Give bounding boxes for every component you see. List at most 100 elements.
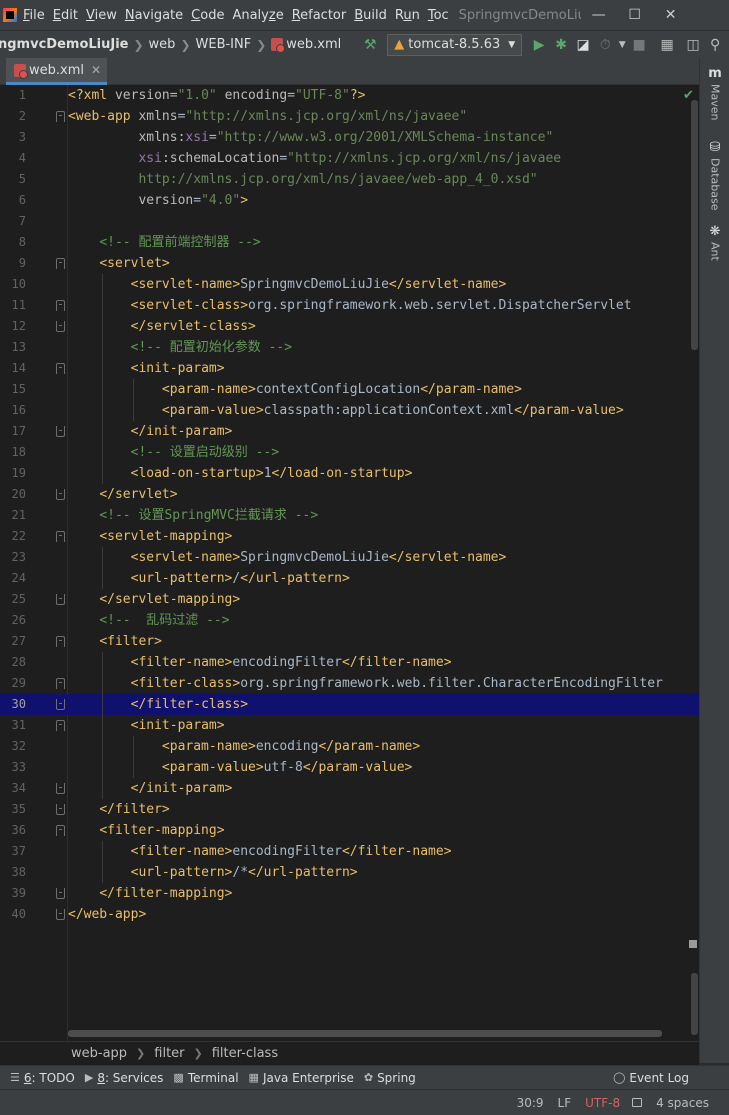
profile-icon[interactable]: ⏱ <box>594 37 616 53</box>
ant-tool-button[interactable]: ❋ Ant <box>700 224 729 261</box>
chevron-down-icon[interactable]: ▼ <box>616 40 628 50</box>
tool-window-services[interactable]: ▶ 8: Services <box>85 1071 164 1085</box>
fold-open-icon[interactable] <box>56 678 65 689</box>
code-line[interactable]: 40 </web-app> <box>0 904 699 925</box>
code-line[interactable]: 13 <!-- 配置初始化参数 --> <box>0 337 699 358</box>
fold-close-icon[interactable] <box>56 783 65 794</box>
project-structure-icon[interactable]: ▦ <box>656 37 678 53</box>
file-encoding[interactable]: UTF-8 <box>585 1096 620 1110</box>
tab-web-xml[interactable]: web.xml ✕ <box>6 58 108 85</box>
fold-close-icon[interactable] <box>56 594 65 605</box>
code-line[interactable]: 1 <?xml version="1.0" encoding="UTF-8"?> <box>0 85 699 106</box>
menu-analyze[interactable]: Analyze <box>228 8 287 23</box>
breadcrumb-web-app[interactable]: web-app <box>71 1046 127 1061</box>
menu-build[interactable]: Build <box>350 8 391 23</box>
code-line[interactable]: 19 <load-on-startup>1</load-on-startup> <box>0 463 699 484</box>
indent-setting[interactable]: 4 spaces <box>656 1096 709 1110</box>
coverage-icon[interactable]: ◪ <box>572 37 594 53</box>
code-line[interactable]: 18 <!-- 设置启动级别 --> <box>0 442 699 463</box>
code-line[interactable]: 28 <filter-name>encodingFilter</filter-n… <box>0 652 699 673</box>
fold-close-icon[interactable] <box>56 804 65 815</box>
maximize-button[interactable]: ☐ <box>617 7 653 23</box>
code-line[interactable]: 22 <servlet-mapping> <box>0 526 699 547</box>
code-line[interactable]: 39 </filter-mapping> <box>0 883 699 904</box>
breadcrumb-filter-class[interactable]: filter-class <box>212 1046 278 1061</box>
code-line[interactable]: 21 <!-- 设置SpringMVC拦截请求 --> <box>0 505 699 526</box>
build-hammer-icon[interactable]: ⚒ <box>359 37 381 53</box>
stop-icon[interactable]: ■ <box>628 37 650 53</box>
line-separator[interactable]: LF <box>558 1096 572 1110</box>
nav-crumb-web[interactable]: web <box>149 37 176 52</box>
breadcrumb-filter[interactable]: filter <box>154 1046 184 1061</box>
menu-edit[interactable]: Edit <box>49 8 82 23</box>
fold-close-icon[interactable] <box>56 909 65 920</box>
menu-view[interactable]: View <box>82 8 121 23</box>
code-line[interactable]: 26 <!-- 乱码过滤 --> <box>0 610 699 631</box>
lock-icon[interactable] <box>632 1098 643 1107</box>
code-line[interactable]: 23 <servlet-name>SpringmvcDemoLiuJie</se… <box>0 547 699 568</box>
close-icon[interactable]: ✕ <box>91 63 101 77</box>
menu-toc[interactable]: Toc <box>424 8 453 23</box>
code-line[interactable]: 10 <servlet-name>SpringmvcDemoLiuJie</se… <box>0 274 699 295</box>
nav-crumb-webinf[interactable]: WEB-INF <box>196 37 252 52</box>
nav-crumb-file[interactable]: web.xml <box>286 37 341 52</box>
code-line[interactable]: 11 <servlet-class>org.springframework.we… <box>0 295 699 316</box>
code-editor[interactable]: 1 <?xml version="1.0" encoding="UTF-8"?> 2… <box>0 85 699 1041</box>
fold-open-icon[interactable] <box>56 531 65 542</box>
terminal-toggle-icon[interactable]: ◫ <box>682 37 704 53</box>
code-line[interactable]: 33 <param-value>utf-8</param-value> <box>0 757 699 778</box>
code-line[interactable]: 7 <box>0 211 699 232</box>
intellij-logo-icon[interactable] <box>3 8 17 22</box>
fold-open-icon[interactable] <box>56 720 65 731</box>
fold-close-icon[interactable] <box>56 699 65 710</box>
fold-close-icon[interactable] <box>56 426 65 437</box>
tool-window-todo[interactable]: ☰ 6: TODO <box>10 1071 75 1085</box>
horizontal-scrollbar[interactable] <box>68 1030 662 1037</box>
close-window-button[interactable]: ✕ <box>653 7 689 23</box>
code-line[interactable]: 9 <servlet> <box>0 253 699 274</box>
nav-crumb-project[interactable]: ngmvcDemoLiuJie <box>0 37 128 52</box>
debug-icon[interactable]: ✱ <box>550 37 572 53</box>
menu-file[interactable]: File <box>19 8 49 23</box>
code-line[interactable]: 25 </servlet-mapping> <box>0 589 699 610</box>
search-icon[interactable]: ⚲ <box>704 37 726 53</box>
code-line[interactable]: 34 </init-param> <box>0 778 699 799</box>
code-line[interactable]: 8 <!-- 配置前端控制器 --> <box>0 232 699 253</box>
fold-open-icon[interactable] <box>56 258 65 269</box>
fold-close-icon[interactable] <box>56 888 65 899</box>
fold-open-icon[interactable] <box>56 363 65 374</box>
code-line[interactable]: 38 <url-pattern>/*</url-pattern> <box>0 862 699 883</box>
code-line[interactable]: 36 <filter-mapping> <box>0 820 699 841</box>
fold-open-icon[interactable] <box>56 300 65 311</box>
database-tool-button[interactable]: ⛁ Database <box>700 140 729 211</box>
menu-code[interactable]: Code <box>187 8 228 23</box>
menu-refactor[interactable]: Refactor <box>288 8 351 23</box>
code-line[interactable]: 5 http://xmlns.jcp.org/xml/ns/javaee/web… <box>0 169 699 190</box>
vertical-scrollbar-thumb[interactable] <box>691 973 698 1035</box>
code-line[interactable]: 20 </servlet> <box>0 484 699 505</box>
code-line[interactable]: 27 <filter> <box>0 631 699 652</box>
tool-window-spring[interactable]: ✿ Spring <box>364 1071 416 1085</box>
code-line[interactable]: 15 <param-name>contextConfigLocation</pa… <box>0 379 699 400</box>
code-line[interactable]: 16 <param-value>classpath:applicationCon… <box>0 400 699 421</box>
minimize-button[interactable]: — <box>581 7 617 23</box>
event-log-button[interactable]: ◯ Event Log <box>613 1071 689 1085</box>
fold-close-icon[interactable] <box>56 489 65 500</box>
maven-tool-button[interactable]: m Maven <box>700 66 729 120</box>
fold-open-icon[interactable] <box>56 636 65 647</box>
code-line[interactable]: 14 <init-param> <box>0 358 699 379</box>
code-line[interactable]: 24 <url-pattern>/</url-pattern> <box>0 568 699 589</box>
code-line[interactable]: 37 <filter-name>encodingFilter</filter-n… <box>0 841 699 862</box>
tool-window-terminal[interactable]: ▩ Terminal <box>173 1071 238 1085</box>
code-line[interactable]: 12 </servlet-class> <box>0 316 699 337</box>
menu-navigate[interactable]: Navigate <box>121 8 187 23</box>
code-line[interactable]: 29 <filter-class>org.springframework.web… <box>0 673 699 694</box>
code-line[interactable]: 30 </filter-class> <box>0 694 699 715</box>
code-line[interactable]: 6 version="4.0"> <box>0 190 699 211</box>
fold-close-icon[interactable] <box>56 321 65 332</box>
vertical-scrollbar[interactable] <box>691 100 698 350</box>
menu-run[interactable]: Run <box>391 8 424 23</box>
code-line[interactable]: 2 <web-app xmlns="http://xmlns.jcp.org/xm… <box>0 106 699 127</box>
code-line[interactable]: 17 </init-param> <box>0 421 699 442</box>
run-icon[interactable]: ▶ <box>528 37 550 53</box>
